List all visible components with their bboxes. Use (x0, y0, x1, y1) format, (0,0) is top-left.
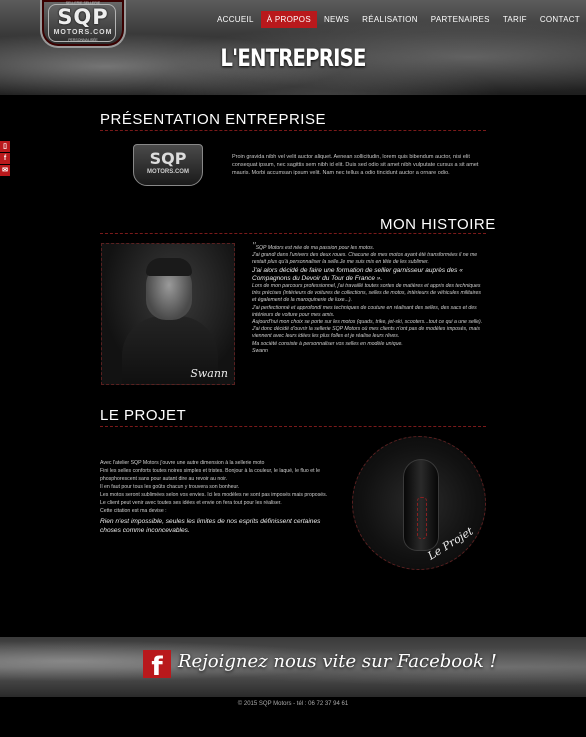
nav-a-propos[interactable]: À PROPOS (260, 11, 317, 28)
histoire-line: Lors de mon parcours professionnel, j'ai… (252, 283, 481, 304)
histoire-line: Ma société consiste à personnaliser vos … (252, 340, 403, 347)
nav-partenaires[interactable]: PARTENAIRES (425, 11, 496, 28)
projet-line: Cette citation est ma devise : (100, 508, 167, 514)
projet-line: Il en faut pour tous les goûts chacun y … (100, 484, 240, 490)
histoire-line: J'ai alors décidé de faire une formation… (252, 266, 463, 282)
projet-line: Les motos seront sublimées selon vos env… (100, 492, 328, 498)
nav-news[interactable]: NEWS (318, 11, 355, 28)
facebook-icon[interactable]: f (143, 650, 171, 682)
mail-icon[interactable]: ✉ (0, 165, 10, 176)
nav-tarif[interactable]: TARIF (497, 11, 533, 28)
presentation-text: Proin gravida nibh vel velit auctor aliq… (232, 154, 479, 176)
facebook-icon[interactable]: f (0, 153, 10, 164)
histoire-line: J'ai grandi dans l'univers des deux roue… (252, 252, 478, 266)
projet-line: Le client peut venir avec toutes ses idé… (100, 500, 282, 506)
presentation-logo-sub: MOTORS.COM (147, 169, 189, 175)
histoire-signature: Swann (252, 347, 268, 354)
histoire-heading: MON HISTOIRE (380, 216, 496, 233)
presentation-heading: PRÉSENTATION ENTREPRISE (100, 111, 326, 128)
nav-realisation[interactable]: RÉALISATION (356, 11, 424, 28)
histoire-line: J'ai donc décidé d'ouvrir la sellerie SQ… (252, 326, 480, 340)
projet-line: Fini les selles conforts toutes noires s… (100, 468, 321, 482)
projet-text: Avec l'atelier SQP Motors j'ouvre une au… (100, 459, 340, 535)
section-divider (100, 130, 486, 131)
histoire-line: J'ai perfectionné et approfondi mes tech… (252, 304, 477, 318)
nav-accueil[interactable]: ACCUEIL (211, 11, 260, 28)
main-nav: ACCUEIL À PROPOS NEWS RÉALISATION PARTEN… (210, 11, 586, 28)
presentation-logo: SQP MOTORS.COM (133, 144, 203, 186)
section-divider (100, 233, 486, 234)
photo-signature: Swann (190, 367, 228, 380)
histoire-line: Aujourd'hui mon choix se porte sur les m… (252, 319, 483, 326)
facebook-banner[interactable]: f Rejoignez nous vite sur Facebook ! (0, 637, 586, 697)
site-logo[interactable]: SELLERIE SELLERIE SQP MOTORS.COM PERSONN… (40, 0, 126, 48)
founder-photo: Swann (101, 243, 235, 385)
histoire-line: SQP Motors est née de ma passion pour le… (255, 245, 375, 251)
projet-line: Avec l'atelier SQP Motors j'ouvre une au… (100, 460, 265, 466)
side-social-bar: ▯ f ✉ (0, 141, 10, 177)
copyright: © 2015 SQP Motors - tél : 06 72 37 94 61 (237, 701, 349, 707)
logo-main-text: SQP (57, 5, 109, 29)
logo-sub-text: MOTORS.COM (53, 29, 113, 36)
facebook-cta[interactable]: Rejoignez nous vite sur Facebook ! (178, 651, 497, 672)
presentation-logo-main: SQP (149, 149, 187, 168)
book-icon[interactable]: ▯ (0, 141, 10, 152)
projet-quote: Rien n'est impossible, seules les limite… (100, 518, 321, 534)
nav-contact[interactable]: CONTACT (534, 11, 586, 28)
seat-image (403, 459, 439, 551)
projet-heading: LE PROJET (100, 407, 187, 424)
histoire-text: "SQP Motors est née de ma passion pour l… (252, 242, 486, 355)
section-divider (100, 426, 486, 427)
page-title: L'ENTREPRISE (220, 44, 366, 72)
logo-tag-bottom: PERSONNALISÉE (68, 38, 98, 42)
hero-banner: SELLERIE SELLERIE SQP MOTORS.COM PERSONN… (0, 0, 586, 95)
projet-image: Le Projet (352, 436, 486, 570)
